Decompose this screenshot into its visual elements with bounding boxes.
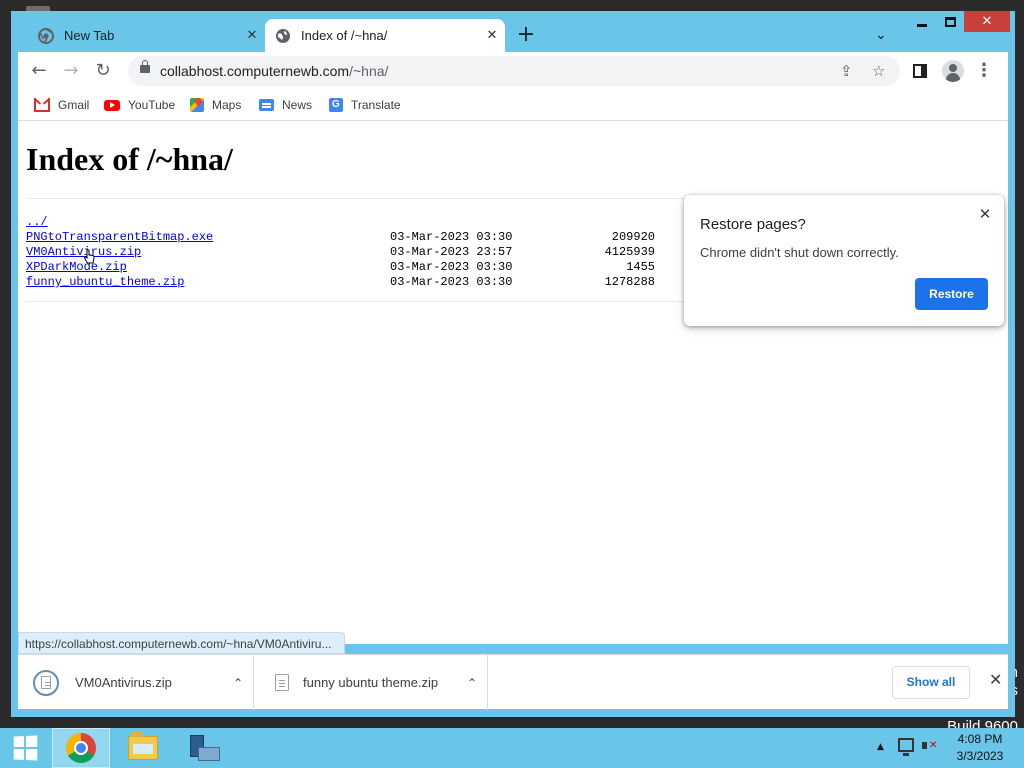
back-button[interactable]: ← [28,60,50,82]
browser-toolbar: ← → ↻ collabhost.computernewb.com/~hna/ … [18,52,1008,90]
globe-icon [275,28,291,44]
taskbar-chrome[interactable] [52,728,110,768]
side-panel-icon[interactable] [913,64,927,78]
reload-button[interactable]: ↻ [92,60,114,82]
hand-cursor-icon [83,249,95,264]
translate-icon [329,98,343,112]
taskbar-server-manager[interactable] [174,728,232,768]
page-title: Index of /~hna/ [26,141,233,177]
chrome-icon [38,27,54,44]
start-button[interactable] [0,728,50,768]
tray-expand-icon[interactable]: ▲ [877,742,884,752]
clock-time: 4:08 PM [957,732,1003,746]
close-shelf-icon[interactable]: ✕ [989,670,1002,689]
windows-logo-icon [13,735,38,761]
dialog-title: Restore pages? [700,216,806,233]
file-link[interactable]: XPDarkMode.zip [26,260,127,275]
new-tab-button[interactable]: + [515,24,537,47]
network-icon[interactable] [898,738,914,756]
chevron-up-icon[interactable]: ⌃ [457,676,487,690]
folder-icon [128,732,158,760]
file-icon [275,674,289,691]
bookmarks-bar: Gmail YouTube Maps News Translate [18,90,1008,121]
download-progress-ring [33,669,59,696]
tab-close-icon[interactable]: ✕ [239,28,265,43]
minimize-icon [917,24,927,27]
taskbar [0,728,1024,768]
file-date: 03-Mar-2023 03:30 [390,275,513,289]
gmail-icon [34,98,50,112]
news-icon [259,99,274,111]
restore-button[interactable]: Restore [915,278,988,310]
maps-icon [190,98,204,112]
link-status-bubble: https://collabhost.computernewb.com/~hna… [18,632,345,654]
download-item[interactable]: funny ubuntu theme.zip ⌃ [255,655,488,710]
minimize-button[interactable] [908,11,936,32]
parent-directory-link[interactable]: ../ [26,215,48,230]
chrome-icon [66,733,96,763]
download-shelf: VM0Antivirus.zip ⌃ funny ubuntu theme.zi… [18,654,1008,710]
bookmark-youtube[interactable]: YouTube [104,98,175,112]
file-date: 03-Mar-2023 03:30 [390,260,513,274]
bookmark-translate[interactable]: Translate [329,98,401,112]
bookmark-gmail[interactable]: Gmail [34,98,89,112]
share-icon[interactable]: ⇪ [840,62,853,80]
tab-title: New Tab [64,28,115,43]
file-date: 03-Mar-2023 03:30 [390,230,513,244]
address-bar[interactable]: collabhost.computernewb.com/~hna/ ⇪ ☆ [128,56,900,86]
chevron-up-icon[interactable]: ⌃ [223,676,253,690]
download-item[interactable]: VM0Antivirus.zip ⌃ [18,655,254,710]
volume-muted-icon[interactable] [922,738,938,754]
bookmark-news[interactable]: News [259,98,312,112]
url-text[interactable]: collabhost.computernewb.com/~hna/ [160,63,388,79]
clock-date: 3/3/2023 [956,749,1004,763]
taskbar-clock[interactable]: 4:08 PM 3/3/2023 [950,731,1010,765]
file-size: 1278288 [604,275,655,289]
star-icon[interactable]: ☆ [872,62,885,80]
bookmark-label: Maps [212,98,242,112]
bookmark-label: YouTube [128,98,176,112]
bookmark-label: News [282,98,313,112]
bookmark-label: Gmail [58,98,90,112]
close-window-button[interactable]: ✕ [964,11,1010,32]
file-link[interactable]: funny_ubuntu_theme.zip [26,275,184,290]
server-manager-icon [188,733,220,763]
page-content: Index of /~hna/ ../ PNGtoTransparentBitm… [18,121,1008,644]
file-icon [41,676,51,689]
file-link[interactable]: PNGtoTransparentBitmap.exe [26,230,213,245]
file-size: 209920 [611,230,655,244]
bookmark-label: Translate [351,98,401,112]
forward-button[interactable]: → [60,60,82,82]
file-size: 4125939 [604,245,655,259]
maximize-button[interactable] [936,11,964,32]
close-icon: ✕ [981,14,993,29]
tab-new-tab[interactable]: New Tab ✕ [28,19,265,52]
browser-window: ✕ New Tab ✕ Index of /~hna/ ✕ + ⌄ ← → ↻ … [11,11,1015,717]
file-size: 1455 [626,260,655,274]
download-filename: VM0Antivirus.zip [75,675,172,690]
close-icon[interactable]: ✕ [976,205,994,223]
download-filename: funny ubuntu theme.zip [303,675,439,690]
restore-pages-dialog: Restore pages? Chrome didn't shut down c… [684,195,1004,326]
tab-index-of-hna[interactable]: Index of /~hna/ ✕ [265,19,505,52]
profile-avatar-icon[interactable] [942,60,964,82]
menu-kebab-icon[interactable]: ⋮ [975,60,993,82]
url-path: /~hna/ [349,63,389,79]
url-host: collabhost.computernewb.com [160,63,350,79]
dialog-message: Chrome didn't shut down correctly. [700,245,899,260]
lock-icon[interactable] [140,60,150,73]
youtube-icon [104,99,120,111]
taskbar-file-explorer[interactable] [114,728,172,768]
tab-title: Index of /~hna/ [301,28,388,43]
file-date: 03-Mar-2023 23:57 [390,245,513,259]
tab-search-chevron-icon[interactable]: ⌄ [875,27,887,43]
tab-close-icon[interactable]: ✕ [479,28,505,43]
show-all-button[interactable]: Show all [892,666,970,699]
maximize-icon [944,16,956,27]
bookmark-maps[interactable]: Maps [190,98,241,112]
